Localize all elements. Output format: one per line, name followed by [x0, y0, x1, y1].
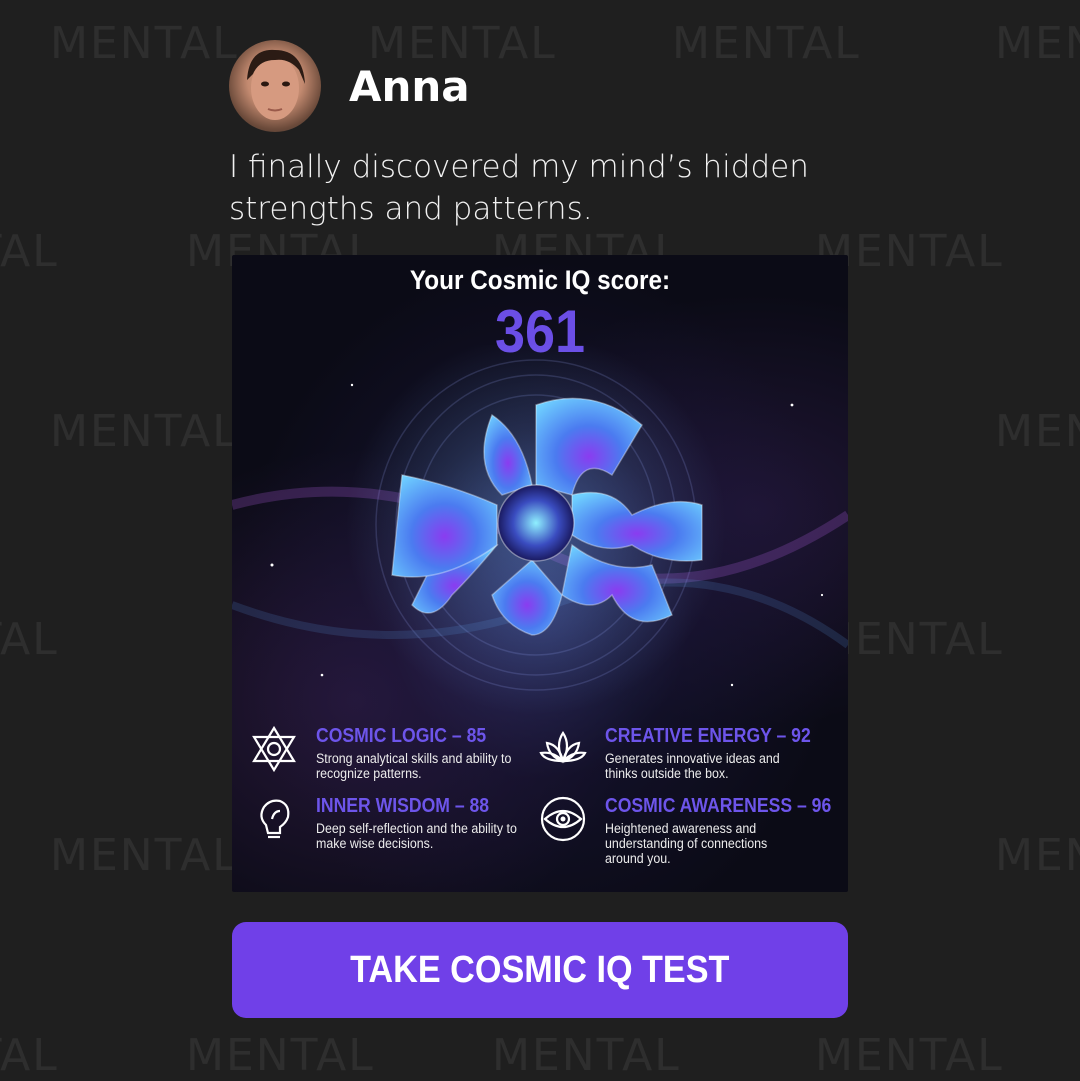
avatar	[229, 40, 321, 132]
user-name: Anna	[349, 62, 470, 111]
watermark-text: MENTAL	[186, 1030, 375, 1081]
trait-title: CREATIVE ENERGY – 92	[605, 725, 811, 747]
watermark-text: MENTAL	[0, 226, 59, 277]
watermark-text: MENTAL	[50, 830, 239, 881]
watermark-text: MENTAL	[492, 1030, 681, 1081]
watermark-text: MENTAL	[0, 614, 59, 665]
lightbulb-icon	[260, 799, 290, 839]
testimonial-text: I finally discovered my mind’s hidden st…	[229, 149, 809, 227]
watermark-text: MENTAL	[995, 406, 1080, 457]
take-test-button-label: TAKE COSMIC IQ TEST	[350, 948, 730, 991]
watermark-text: MENTAL	[995, 18, 1080, 69]
watermark-text: MENTAL	[995, 830, 1080, 881]
score-label: Your Cosmic IQ score:	[409, 265, 671, 295]
trait-title: COSMIC LOGIC – 85	[316, 725, 487, 747]
trait-title: INNER WISDOM – 88	[316, 795, 490, 817]
watermark-text: MENTAL	[672, 18, 861, 69]
trait-description: Heightened awareness and understanding o…	[605, 821, 768, 866]
hexagram-icon	[252, 725, 296, 773]
trait-description: Generates innovative ideas and thinks ou…	[605, 751, 780, 781]
result-card: Your Cosmic IQ score: 361 COSMIC LOGIC –…	[232, 255, 848, 892]
watermark-text: MENTAL	[50, 406, 239, 457]
avatar-face-icon	[247, 49, 305, 120]
watermark-text: MENTAL	[815, 1030, 1004, 1081]
take-test-button[interactable]: TAKE COSMIC IQ TEST	[232, 922, 848, 1018]
watermark-text: MENTAL	[0, 1030, 59, 1081]
brain-flower-illustration	[232, 345, 848, 715]
eye-icon	[540, 796, 586, 842]
watermark-text: MENTAL	[50, 18, 239, 69]
trait-description: Strong analytical skills and ability to …	[316, 751, 512, 781]
trait-title: COSMIC AWARENESS – 96	[605, 795, 832, 817]
lotus-icon	[539, 731, 587, 764]
trait-description: Deep self-reflection and the ability to …	[316, 821, 517, 851]
